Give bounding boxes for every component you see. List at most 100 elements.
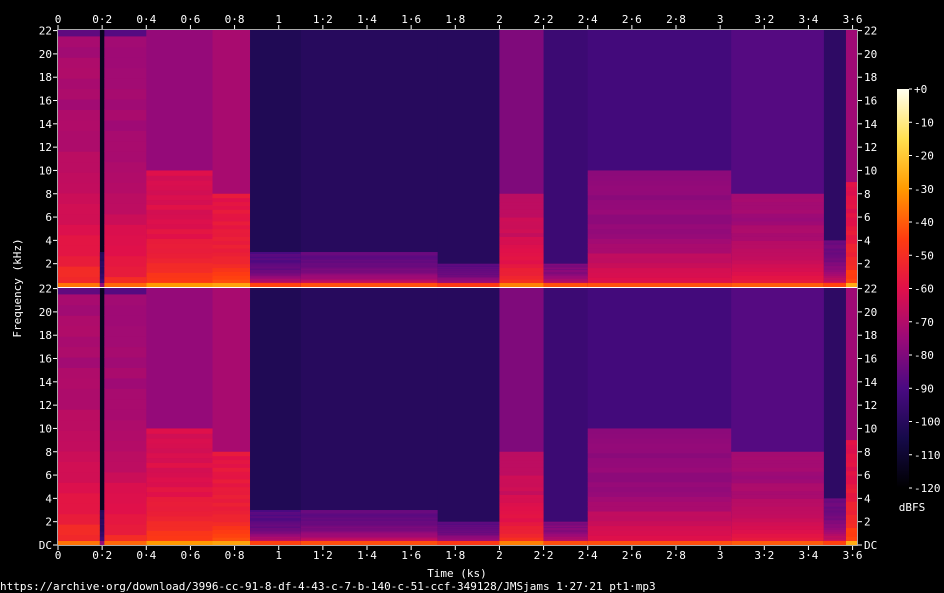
spectral-band	[731, 451, 825, 457]
spectral-band	[823, 498, 847, 501]
spectral-band	[731, 248, 825, 253]
spectral-band	[58, 336, 101, 348]
spectral-band	[212, 482, 251, 488]
y-tick-label: 12	[39, 399, 52, 412]
spectral-band	[845, 186, 857, 192]
low-frequency-band	[300, 541, 439, 545]
y-tick-label: 2	[45, 258, 52, 271]
spectral-band	[58, 119, 101, 131]
y-tick-label: 6	[864, 469, 871, 482]
y-tick-label: 22	[39, 283, 52, 296]
spectral-band	[146, 277, 214, 283]
x-tick-label: 0·4	[136, 549, 156, 562]
spectral-band	[587, 520, 732, 527]
spectral-band	[499, 259, 545, 265]
x-tick-label: 2·4	[578, 13, 598, 26]
spectral-band	[212, 213, 251, 218]
spectral-band	[104, 130, 147, 142]
spectral-band	[499, 197, 545, 203]
y-tick-label: 12	[39, 141, 52, 154]
spectral-band	[146, 199, 214, 205]
spectral-band	[58, 315, 101, 327]
y-tick-label: 20	[864, 48, 877, 61]
x-tick-label: 2·2	[534, 549, 554, 562]
spectral-band	[587, 223, 732, 230]
spectral-band	[58, 109, 101, 121]
spectral-band	[587, 257, 732, 264]
spectral-band	[146, 477, 214, 483]
y-tick-label: 10	[39, 164, 52, 177]
spectral-band	[499, 467, 545, 472]
spectral-band	[146, 452, 214, 459]
spectral-band	[731, 213, 825, 218]
spectral-band	[731, 482, 825, 488]
spectral-band	[104, 357, 147, 368]
spectral-band	[58, 346, 101, 358]
low-frequency-band	[823, 283, 847, 287]
y-tick-label: 4	[864, 492, 871, 505]
spectral-band	[499, 279, 545, 284]
y-tick-label: 22	[39, 25, 52, 38]
y-tick-label: DC	[39, 539, 52, 552]
spectral-band	[146, 233, 214, 239]
low-frequency-band	[250, 283, 302, 287]
spectral-band	[499, 209, 545, 214]
spectral-band	[58, 130, 101, 142]
y-tick-label: 8	[45, 446, 52, 459]
spectral-band	[104, 482, 147, 494]
spectral-band	[845, 505, 857, 511]
spectral-band	[146, 496, 214, 502]
spectral-band	[731, 537, 825, 542]
spectral-band	[58, 182, 101, 194]
y-tick-label: 18	[864, 71, 877, 84]
segment-background	[543, 30, 589, 287]
spectral-band	[845, 501, 857, 507]
spectral-band	[104, 245, 147, 257]
segment-background	[300, 30, 439, 287]
spectral-band	[104, 471, 147, 483]
spectral-band	[499, 486, 545, 492]
x-tick-label: 0·2	[92, 549, 112, 562]
spectral-band	[146, 511, 214, 517]
spectral-band	[104, 367, 147, 379]
spectral-band	[212, 236, 251, 241]
y-tick-label: DC	[864, 539, 877, 552]
spectral-band	[731, 244, 825, 249]
spectral-band	[731, 205, 825, 210]
x-tick-label: 3	[717, 549, 724, 562]
spectral-band	[731, 510, 825, 515]
spectral-band	[212, 529, 251, 534]
x-tick-label: 1·4	[357, 13, 377, 26]
spectral-band	[731, 533, 825, 538]
spectral-band	[104, 461, 147, 473]
spectral-band	[587, 248, 732, 254]
spectral-band	[58, 99, 101, 110]
spectral-band	[212, 490, 251, 495]
y-tick-label: 6	[45, 211, 52, 224]
spectral-band	[212, 201, 251, 206]
low-frequency-band	[58, 541, 101, 545]
spectral-band	[104, 99, 147, 110]
spectral-band	[146, 491, 214, 497]
spectral-band	[104, 325, 147, 337]
spectral-band	[731, 263, 825, 269]
spectral-band	[58, 161, 101, 173]
spectral-band	[845, 470, 857, 476]
segment-background	[543, 288, 589, 545]
spectral-band	[212, 275, 251, 280]
x-tick-label: 0·4	[136, 13, 156, 26]
spectral-band	[146, 428, 214, 434]
spectral-band	[587, 194, 732, 201]
spectral-band	[300, 252, 439, 254]
x-axis-bottom: 0 0·2 0·4 0·6 0·8 1 1·2 1·4 1·6 1·8 2 2·2 2·4 2·6 2·8 3…	[55, 546, 863, 562]
spectral-band	[731, 217, 825, 222]
low-frequency-band	[731, 283, 825, 287]
x-tick-label: 1·8	[445, 13, 465, 26]
spectral-band	[212, 228, 251, 234]
spectral-band	[499, 494, 545, 499]
spectral-band	[845, 273, 857, 279]
spectral-band	[250, 252, 302, 254]
spectral-band	[587, 452, 732, 459]
low-frequency-band	[731, 541, 825, 545]
spectral-band	[845, 440, 857, 445]
